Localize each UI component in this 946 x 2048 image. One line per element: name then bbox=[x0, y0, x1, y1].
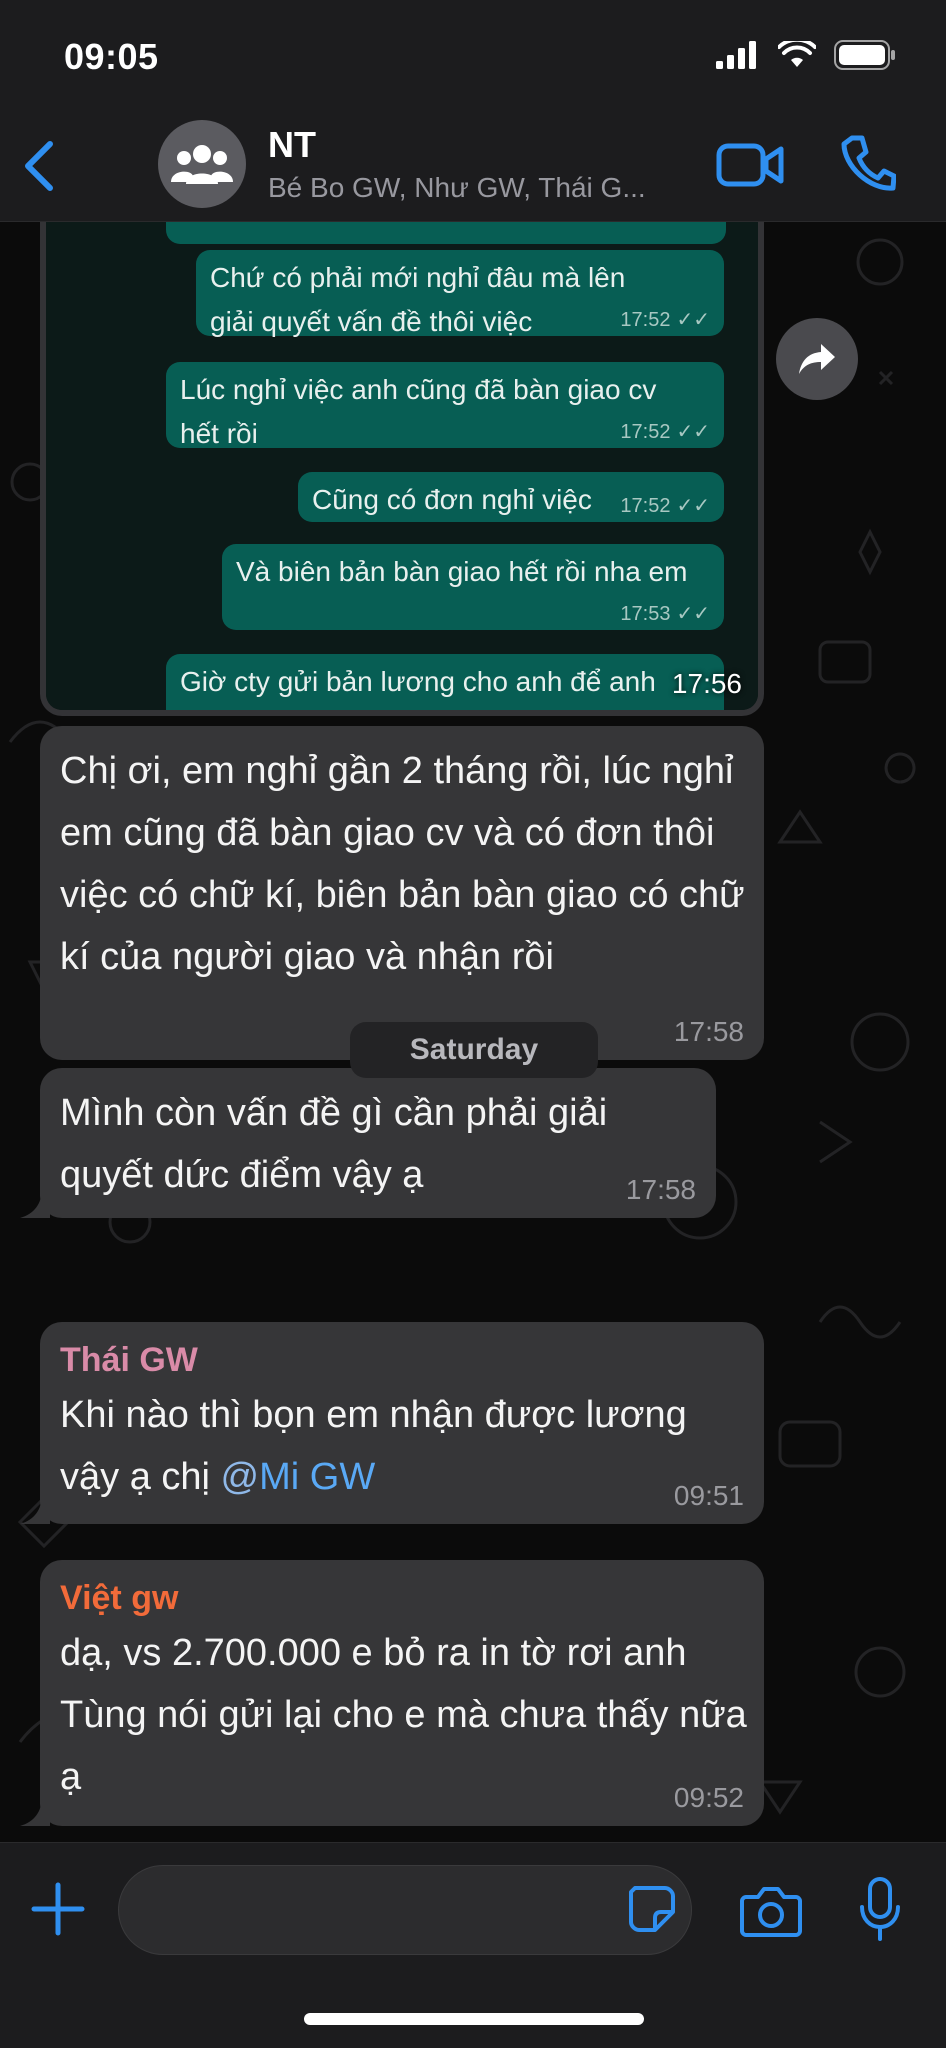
message-time: 09:52 bbox=[673, 1782, 744, 1813]
bubble-tail bbox=[20, 1796, 50, 1826]
mention-at[interactable]: @ bbox=[221, 1456, 260, 1498]
screenshot-bubble-text: Chứ có phải mới nghỉ đâu mà lên giải quy… bbox=[210, 262, 626, 337]
message-text: Khi nào thì bọn em nhận được lương vậy ạ… bbox=[60, 1384, 750, 1508]
screenshot-bubble-text: Lúc nghỉ việc anh cũng đã bàn giao cv hế… bbox=[180, 374, 657, 449]
microphone-icon[interactable] bbox=[858, 1877, 902, 1943]
forward-button[interactable] bbox=[776, 318, 858, 400]
bubble-tail bbox=[20, 1494, 50, 1524]
screenshot-bubble-time: 17:53 bbox=[620, 603, 671, 625]
screenshot-image: Chứ có phải mới nghỉ đâu mà lên giải quy… bbox=[46, 222, 758, 710]
chat-title[interactable]: NT bbox=[268, 124, 316, 166]
bubble-tail bbox=[20, 1188, 50, 1218]
message-bubble[interactable]: Chị ơi, em nghỉ gần 2 tháng rồi, lúc ngh… bbox=[40, 726, 764, 1060]
message-bubble[interactable]: Việt gw dạ, vs 2.700.000 e bỏ ra in tờ r… bbox=[40, 1560, 764, 1826]
screenshot-bubble-time: 17:52 bbox=[620, 421, 671, 443]
double-check-icon: ✓✓ bbox=[676, 495, 710, 517]
double-check-icon: ✓✓ bbox=[676, 421, 710, 443]
message-bubble[interactable]: Mình còn vấn đề gì cần phải giải quyết d… bbox=[40, 1068, 716, 1218]
day-separator: Saturday bbox=[350, 1022, 598, 1078]
chat-messages[interactable]: Chứ có phải mới nghỉ đâu mà lên giải quy… bbox=[0, 222, 946, 1842]
sender-name[interactable]: Thái GW bbox=[60, 1336, 744, 1384]
battery-icon bbox=[834, 40, 895, 70]
forward-arrow-icon bbox=[799, 344, 835, 374]
message-input[interactable] bbox=[118, 1865, 692, 1955]
status-time: 09:05 bbox=[64, 36, 159, 77]
message-text: Mình còn vấn đề gì cần phải giải quyết d… bbox=[60, 1092, 608, 1196]
back-chevron-icon[interactable] bbox=[18, 136, 62, 196]
message-text: dạ, vs 2.700.000 e bỏ ra in tờ rơi anh T… bbox=[60, 1632, 747, 1798]
image-message[interactable]: Chứ có phải mới nghỉ đâu mà lên giải quy… bbox=[40, 222, 764, 716]
camera-icon[interactable] bbox=[740, 1885, 802, 1937]
plus-icon[interactable] bbox=[30, 1881, 86, 1937]
message-time: 17:58 bbox=[673, 1016, 744, 1047]
screenshot-bubble: Chứ có phải mới nghỉ đâu mà lên giải quy… bbox=[196, 250, 724, 337]
screenshot-bubble-text: Giờ cty gửi bản lương cho anh để anh bbox=[180, 666, 656, 697]
video-call-icon[interactable] bbox=[716, 140, 784, 190]
message-time: 17:56 bbox=[671, 668, 742, 699]
signal-icon bbox=[716, 41, 756, 69]
screenshot-bubble-time: 17:52 bbox=[620, 495, 671, 517]
screenshot-bubble-text: Và biên bản bàn giao hết rồi nha em bbox=[236, 556, 688, 587]
screenshot-bubble: Lúc nghỉ việc anh cũng đã bàn giao cv hế… bbox=[166, 362, 724, 449]
message-text: Chị ơi, em nghỉ gần 2 tháng rồi, lúc ngh… bbox=[60, 750, 745, 978]
double-check-icon: ✓✓ bbox=[676, 309, 710, 331]
message-bubble[interactable]: Thái GW Khi nào thì bọn em nhận được lươ… bbox=[40, 1322, 764, 1524]
group-icon bbox=[171, 145, 233, 184]
message-time: 17:58 bbox=[625, 1174, 696, 1205]
screenshot-bubble: Cũng có đơn nghỉ việc 17:52 ✓✓ bbox=[298, 472, 724, 522]
mention-link[interactable]: Mi GW bbox=[259, 1456, 375, 1498]
screenshot-bubble: Và biên bản bàn giao hết rồi nha em 17:5… bbox=[222, 544, 724, 630]
home-indicator bbox=[304, 2013, 644, 2025]
wifi-icon bbox=[778, 41, 816, 67]
double-check-icon: ✓✓ bbox=[676, 603, 710, 625]
chat-participants[interactable]: Bé Bo GW, Như GW, Thái G... bbox=[268, 172, 646, 204]
message-time: 09:51 bbox=[673, 1480, 744, 1511]
status-bar: 09:05 bbox=[0, 0, 946, 110]
chat-header: NT Bé Bo GW, Như GW, Thái G... bbox=[0, 110, 946, 222]
sticker-icon[interactable] bbox=[627, 1884, 677, 1934]
screenshot-bubble-time: 17:52 bbox=[620, 309, 671, 331]
screenshot-bubble: Giờ cty gửi bản lương cho anh để anh bbox=[166, 654, 724, 710]
screenshot-bubble bbox=[166, 222, 726, 244]
sender-name[interactable]: Việt gw bbox=[60, 1574, 744, 1622]
status-icons bbox=[716, 40, 896, 70]
phone-call-icon[interactable] bbox=[840, 134, 896, 194]
message-input-bar bbox=[0, 1842, 946, 2048]
group-avatar[interactable] bbox=[158, 120, 246, 208]
